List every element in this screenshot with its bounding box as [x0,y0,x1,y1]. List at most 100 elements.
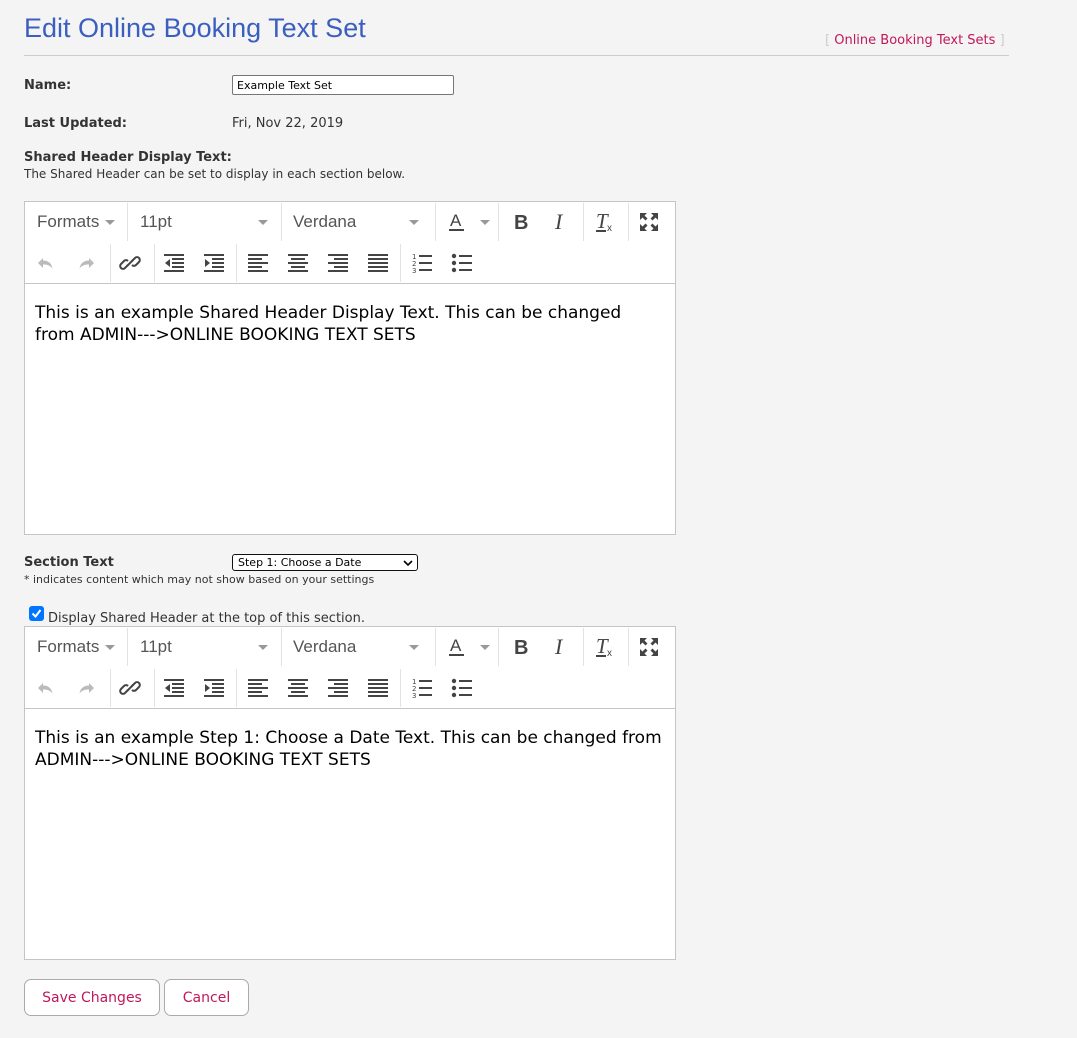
bullet-list-button[interactable] [446,247,478,279]
title-divider [24,55,1009,56]
last-updated-value: Fri, Nov 22, 2019 [232,116,344,131]
chevron-down-icon[interactable] [480,220,490,225]
redo-button[interactable] [70,672,102,704]
toolbar-separator [110,244,111,282]
formats-label: Formats [37,637,100,656]
redo-icon [79,258,94,269]
svg-text:I: I [554,212,564,232]
font-size-dropdown[interactable]: 11pt [128,627,280,667]
numbered-list-icon: 123 [412,678,432,699]
toolbar-separator [583,628,584,666]
fullscreen-button[interactable] [633,631,665,663]
toolbar-separator [154,244,155,282]
align-right-button[interactable] [322,672,354,704]
indent-icon [204,254,224,272]
align-left-button[interactable] [242,247,274,279]
clear-formatting-icon: Tx [596,636,612,658]
svg-text:x: x [607,223,612,233]
section-select[interactable]: Step 1: Choose a Date [232,554,418,571]
save-changes-button[interactable]: Save Changes [24,979,160,1016]
link-icon [119,256,141,270]
redo-button[interactable] [70,247,102,279]
bracket-open: [ [825,33,831,48]
indent-icon [204,679,224,697]
section-text-content[interactable]: This is an example Step 1: Choose a Date… [25,709,675,789]
toolbar-separator [498,628,499,666]
editor-toolbar-row-2: 123 [25,668,675,709]
svg-text:B: B [514,637,528,657]
italic-icon: I [554,637,564,657]
formats-dropdown[interactable]: Formats [25,202,126,242]
link-icon [119,681,141,695]
fullscreen-button[interactable] [633,206,665,238]
font-color-button[interactable]: A [441,631,473,663]
section-text-label: Section Text [24,555,114,570]
display-shared-header-label: Display Shared Header at the top of this… [48,611,365,626]
chevron-down-icon [258,645,268,650]
chevron-down-icon [409,220,419,225]
svg-text:x: x [607,648,612,658]
font-family-dropdown[interactable]: Verdana [282,202,434,242]
fullscreen-icon [640,638,658,656]
name-label: Name: [24,78,72,93]
numbered-list-button[interactable]: 123 [406,247,438,279]
editor-toolbar-row-2: 123 [25,243,675,284]
font-color-button[interactable]: A [441,206,473,238]
indent-button[interactable] [198,672,230,704]
formats-label: Formats [37,212,100,231]
toolbar-separator [236,669,237,707]
font-size-dropdown[interactable]: 11pt [128,202,280,242]
outdent-button[interactable] [158,672,190,704]
last-updated-label: Last Updated: [24,116,128,131]
shared-header-content[interactable]: This is an example Shared Header Display… [25,284,675,364]
toolbar-separator [628,203,629,241]
font-size-label: 11pt [140,637,172,656]
clear-formatting-button[interactable]: Tx [589,631,621,663]
outdent-button[interactable] [158,247,190,279]
align-justify-icon [368,679,388,697]
svg-text:B: B [514,212,528,232]
bracket-close: ] [999,33,1005,48]
breadcrumb-link-container: [ Online Booking Text Sets ] [825,33,1005,48]
outdent-icon [164,679,184,697]
font-family-dropdown[interactable]: Verdana [282,627,434,667]
chevron-down-icon [403,559,413,566]
display-shared-header-checkbox[interactable] [29,606,44,621]
undo-button[interactable] [30,672,62,704]
toolbar-separator [154,669,155,707]
clear-formatting-button[interactable]: Tx [589,206,621,238]
bold-button[interactable]: B [505,631,537,663]
align-left-button[interactable] [242,672,274,704]
italic-button[interactable]: I [545,631,577,663]
name-input[interactable] [232,75,454,95]
formats-dropdown[interactable]: Formats [25,627,126,667]
undo-button[interactable] [30,247,62,279]
bullet-list-button[interactable] [446,672,478,704]
link-button[interactable] [114,672,146,704]
chevron-down-icon [105,645,115,650]
italic-button[interactable]: I [545,206,577,238]
toolbar-separator [400,669,401,707]
online-booking-text-sets-link[interactable]: Online Booking Text Sets [834,33,995,48]
shared-header-help: The Shared Header can be set to display … [24,167,406,181]
bold-button[interactable]: B [505,206,537,238]
align-justify-icon [368,254,388,272]
toolbar-separator [435,203,436,241]
align-center-button[interactable] [282,247,314,279]
indent-button[interactable] [198,247,230,279]
align-left-icon [248,254,268,272]
chevron-down-icon[interactable] [480,645,490,650]
link-button[interactable] [114,247,146,279]
redo-icon [79,683,94,694]
align-right-button[interactable] [322,247,354,279]
section-select-value: Step 1: Choose a Date [238,555,362,569]
svg-text:A: A [450,211,462,230]
shared-header-label: Shared Header Display Text: [24,150,232,165]
checkmark-icon [31,609,42,619]
cancel-button[interactable]: Cancel [164,979,249,1016]
align-justify-button[interactable] [362,672,394,704]
align-center-button[interactable] [282,672,314,704]
toolbar-separator [628,628,629,666]
align-justify-button[interactable] [362,247,394,279]
numbered-list-button[interactable]: 123 [406,672,438,704]
